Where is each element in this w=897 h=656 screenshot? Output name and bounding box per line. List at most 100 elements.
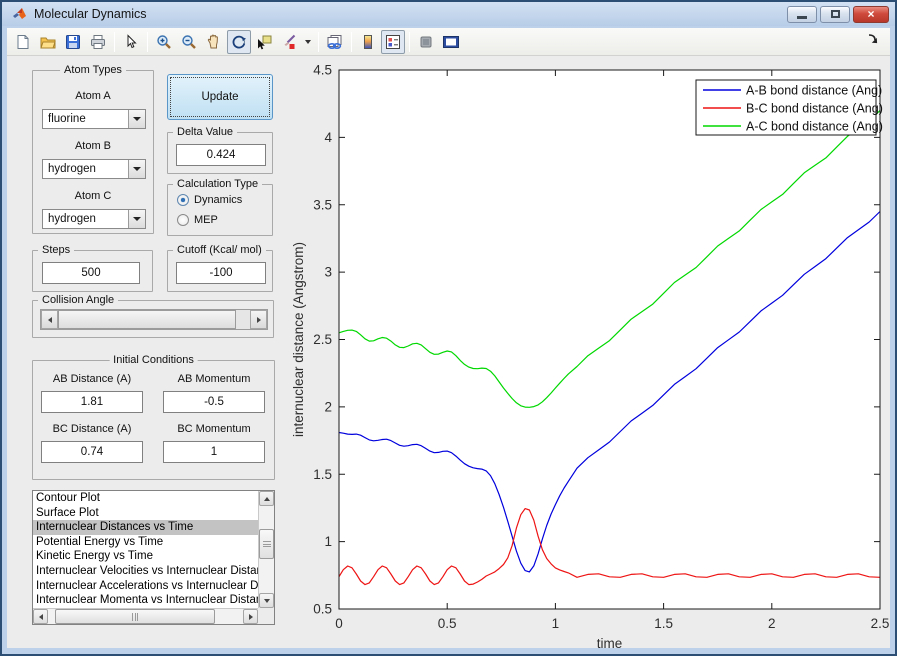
title-bar[interactable]: Molecular Dynamics × [2,2,895,26]
svg-text:2.5: 2.5 [313,332,332,347]
group-label: Steps [38,244,75,256]
listbox-horizontal-scrollbar[interactable] [33,608,258,624]
insert-legend-button[interactable] [381,29,405,54]
svg-text:0: 0 [335,616,343,631]
hide-plot-tools-icon [420,36,432,47]
bc-momentum-input[interactable] [163,441,265,463]
radio-mep[interactable]: MEP [177,214,218,226]
combo-arrow-button[interactable] [128,110,145,128]
edit-plot-icon [127,33,137,48]
up-arrow-icon [263,496,270,501]
print-figure-button[interactable] [86,30,110,54]
svg-text:time: time [597,636,623,651]
figure-window: Molecular Dynamics × 0 0.5 1 1.5 2 2.5 0… [0,0,897,656]
save-figure-button[interactable] [61,30,85,54]
link-plots-button[interactable] [323,30,347,54]
atom-b-select[interactable]: hydrogen [42,159,146,179]
radio-icon [177,194,189,206]
down-arrow-icon [263,598,270,603]
maximize-button[interactable] [820,5,850,23]
zoom-out-icon [182,34,196,49]
window-title: Molecular Dynamics [34,7,147,21]
list-item[interactable]: Internuclear Distances vs Time [33,520,258,535]
scroll-up-button[interactable] [259,491,274,506]
list-item[interactable]: Contour Plot [33,491,258,506]
horizontal-scroll-thumb[interactable] [55,609,215,624]
scroll-right-button[interactable] [243,609,258,624]
brush-data-button[interactable] [277,30,301,54]
svg-text:0.5: 0.5 [438,616,457,631]
dock-figure-button[interactable] [866,32,880,51]
toolbar-separator [114,31,115,52]
toolbar-separator [409,31,410,52]
minimize-button[interactable] [787,5,817,23]
atom-c-select[interactable]: hydrogen [42,209,146,229]
ab-momentum-label: AB Momentum [177,373,251,385]
hide-plot-tools-button[interactable] [414,30,438,54]
toolbar-separator [351,31,352,52]
combo-arrow-button[interactable] [128,160,145,178]
open-file-button[interactable] [36,30,60,54]
svg-text:internuclear distance (Angstro: internuclear distance (Angstrom) [291,242,306,437]
svg-text:A-B bond distance (Ang): A-B bond distance (Ang) [746,84,882,98]
initial-conditions-group: Initial Conditions AB Distance (A) AB Mo… [32,354,275,480]
maximize-icon [830,10,840,18]
atom-a-select[interactable]: fluorine [42,109,146,129]
scroll-left-button[interactable] [33,609,48,624]
brush-icon [284,34,296,49]
rotate-3d-button[interactable] [227,29,251,54]
scrollbar-corner [258,608,274,624]
cutoff-input[interactable] [176,262,266,284]
insert-colorbar-button[interactable] [356,30,380,54]
plot-type-listbox[interactable]: Contour Plot Surface Plot Internuclear Dis… [32,490,275,625]
data-cursor-button[interactable] [252,30,276,54]
legend-icon [386,34,400,49]
list-item[interactable]: Internuclear Momenta vs Internuclear Dis… [33,593,258,608]
ab-distance-label: AB Distance (A) [52,373,132,385]
combo-arrow-button[interactable] [128,210,145,228]
svg-text:A-C bond distance (Ang): A-C bond distance (Ang) [746,120,883,134]
svg-text:4.5: 4.5 [313,63,332,78]
list-item[interactable]: Internuclear Velocities vs Internuclear … [33,564,258,579]
edit-plot-button[interactable] [119,30,143,54]
show-plot-tools-dock-button[interactable] [439,30,463,54]
steps-input[interactable] [42,262,140,284]
slider-thumb[interactable] [58,310,236,329]
data-cursor-icon [258,35,272,49]
left-arrow-icon [47,316,52,323]
atom-c-label: Atom C [74,190,112,202]
list-item[interactable]: Internuclear Accelerations vs Internucle… [33,579,258,594]
listbox-vertical-scrollbar[interactable] [258,491,274,608]
update-button[interactable]: Update [167,74,273,120]
group-label: Calculation Type [173,178,263,190]
pan-button[interactable] [202,30,226,54]
slider-right-arrow[interactable] [250,310,267,329]
zoom-out-button[interactable] [177,30,201,54]
svg-text:0.5: 0.5 [313,602,332,617]
list-item[interactable]: Potential Energy vs Time [33,535,258,550]
close-button[interactable]: × [853,5,889,23]
scroll-down-button[interactable] [259,593,274,608]
figure-toolbar [7,28,890,56]
bc-momentum-label: BC Momentum [177,423,251,435]
brush-dropdown-button[interactable] [302,30,314,54]
new-figure-button[interactable] [11,30,35,54]
open-file-icon [40,37,56,48]
delta-value-input[interactable] [176,144,266,166]
ab-distance-input[interactable] [41,391,143,413]
radio-dynamics[interactable]: Dynamics [177,194,242,206]
collision-angle-slider[interactable] [40,309,268,330]
atom-types-group: Atom Types Atom A fluorine Atom B hydrog… [32,64,154,234]
zoom-in-button[interactable] [152,30,176,54]
new-figure-icon [17,34,29,49]
slider-left-arrow[interactable] [41,310,58,329]
ab-momentum-input[interactable] [163,391,265,413]
list-item[interactable]: Kinetic Energy vs Time [33,549,258,564]
list-item[interactable]: Surface Plot [33,506,258,521]
colorbar-icon [364,34,372,49]
minimize-icon [797,15,807,19]
bc-distance-input[interactable] [41,441,143,463]
chevron-down-icon [133,217,141,221]
dropdown-caret-icon [305,39,311,44]
vertical-scroll-thumb[interactable] [259,529,274,559]
